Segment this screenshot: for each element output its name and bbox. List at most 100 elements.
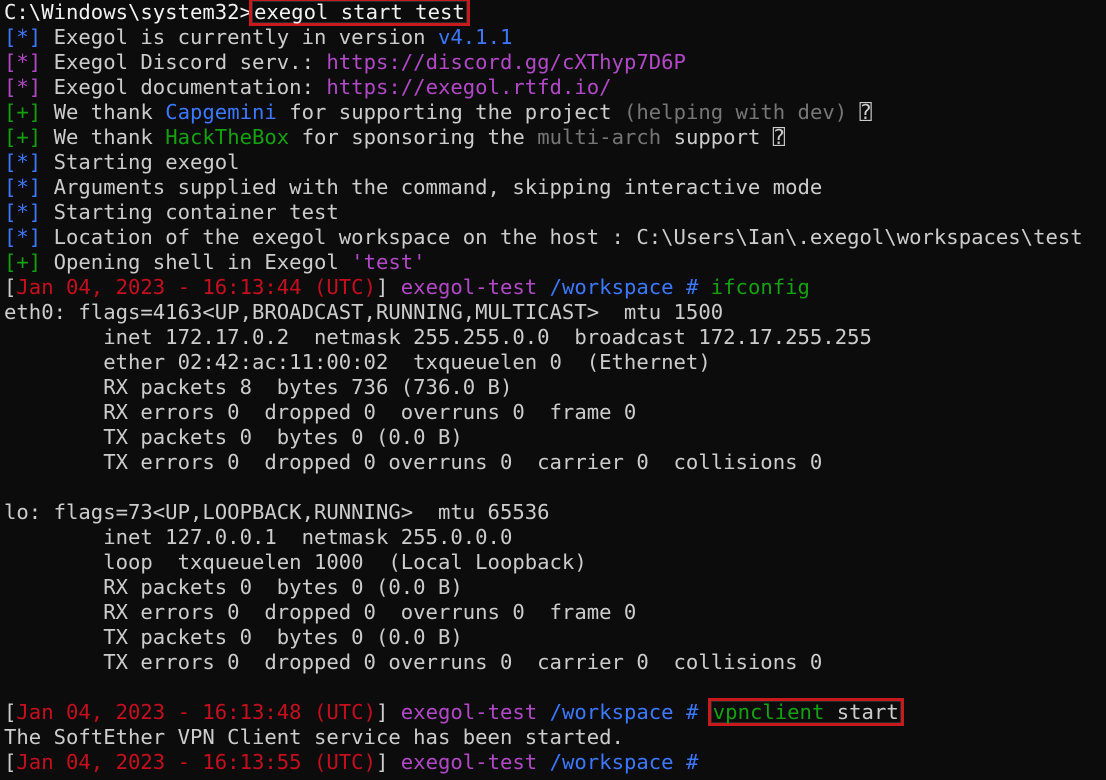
highlighted-command: exegol start test xyxy=(248,0,470,26)
terminal-text-segment: Capgemini xyxy=(165,100,277,124)
terminal-text-segment: Exegol Discord serv.: xyxy=(41,50,327,74)
terminal-text-segment: ⍰ xyxy=(847,100,872,124)
terminal-line: [Jan 04, 2023 - 16:13:44 (UTC)] exegol-t… xyxy=(4,275,1106,300)
terminal-text-segment: [*] xyxy=(4,175,42,199)
terminal-text-segment: for sponsoring the xyxy=(289,125,538,149)
terminal-text-segment: [ xyxy=(4,750,17,774)
terminal-text-segment: (helping with dev) xyxy=(623,100,848,124)
terminal-line: RX packets 0 bytes 0 (0.0 B) xyxy=(4,575,1106,600)
terminal-text-segment: [ xyxy=(4,700,17,724)
terminal-text-segment: TX errors 0 dropped 0 overruns 0 carrier… xyxy=(4,450,823,474)
terminal-text-segment: Jan 04, 2023 - 16:13:48 (UTC) xyxy=(16,700,376,724)
terminal-line: [+] We thank HackTheBox for sponsoring t… xyxy=(4,125,1106,150)
terminal-text-segment: loop txqueuelen 1000 (Local Loopback) xyxy=(4,550,587,574)
terminal-text-segment: /workspace # xyxy=(537,275,699,299)
terminal-line: [*] Arguments supplied with the command,… xyxy=(4,175,1106,200)
terminal-line: ether 02:42:ac:11:00:02 txqueuelen 0 (Et… xyxy=(4,350,1106,375)
terminal-line: TX errors 0 dropped 0 overruns 0 carrier… xyxy=(4,650,1106,675)
terminal-line: RX packets 8 bytes 736 (736.0 B) xyxy=(4,375,1106,400)
terminal-text-segment: ] xyxy=(375,700,389,724)
terminal-text-segment: inet 127.0.0.1 netmask 255.0.0.0 xyxy=(4,525,513,549)
terminal-text-segment: TX packets 0 bytes 0 (0.0 B) xyxy=(4,625,463,649)
terminal-text-segment: ifconfig xyxy=(698,275,810,299)
terminal-text-segment: C:\Windows\system32> xyxy=(4,0,252,24)
terminal-text-segment: v4.1.1 xyxy=(437,25,513,49)
terminal-text-segment: TX errors 0 dropped 0 overruns 0 carrier… xyxy=(4,650,823,674)
terminal-text-segment: RX packets 8 bytes 736 (736.0 B) xyxy=(4,375,513,399)
terminal-text-segment: Exegol is currently in version xyxy=(41,25,438,49)
terminal-line: TX packets 0 bytes 0 (0.0 B) xyxy=(4,625,1106,650)
terminal-line: C:\Windows\system32>exegol start test xyxy=(4,0,1106,26)
terminal-text-segment: ether 02:42:ac:11:00:02 txqueuelen 0 (Et… xyxy=(4,350,711,374)
terminal-text-segment: [+] xyxy=(4,250,42,274)
terminal-line: [*] Exegol is currently in version v4.1.… xyxy=(4,25,1106,50)
terminal-text-segment: [ xyxy=(4,275,17,299)
terminal-line: TX errors 0 dropped 0 overruns 0 carrier… xyxy=(4,450,1106,475)
terminal-line: [+] We thank Capgemini for supporting th… xyxy=(4,100,1106,125)
terminal-text-segment: https://exegol.rtfd.io/ xyxy=(326,75,612,99)
terminal-line: eth0: flags=4163<UP,BROADCAST,RUNNING,MU… xyxy=(4,300,1106,325)
terminal-text-segment: for supporting the project xyxy=(276,100,624,124)
terminal-text-segment: eth0: flags=4163<UP,BROADCAST,RUNNING,MU… xyxy=(4,300,724,324)
terminal-line: RX errors 0 dropped 0 overruns 0 frame 0 xyxy=(4,400,1106,425)
terminal-text-segment: inet 172.17.0.2 netmask 255.255.0.0 broa… xyxy=(4,325,872,349)
terminal-text-segment: support ⍰ xyxy=(661,125,786,149)
terminal-text-segment: [+] xyxy=(4,100,42,124)
terminal-text-segment: [+] xyxy=(4,125,42,149)
terminal-text-segment: RX packets 0 bytes 0 (0.0 B) xyxy=(4,575,463,599)
terminal-text-segment: exegol-test xyxy=(388,750,538,774)
terminal-line: [Jan 04, 2023 - 16:13:48 (UTC)] exegol-t… xyxy=(4,698,1106,726)
terminal-text-segment: TX packets 0 bytes 0 (0.0 B) xyxy=(4,425,463,449)
terminal-text-segment: exegol-test xyxy=(388,275,538,299)
terminal-line: The SoftEther VPN Client service has bee… xyxy=(4,725,1106,750)
terminal-line: [*] Starting exegol xyxy=(4,150,1106,175)
terminal-text-segment: /workspace # xyxy=(537,700,699,724)
terminal-line: [+] Opening shell in Exegol 'test' xyxy=(4,250,1106,275)
terminal-text-segment: [*] xyxy=(4,75,42,99)
highlighted-command: vpnclient start xyxy=(707,698,904,726)
terminal-line: [*] Exegol Discord serv.: https://discor… xyxy=(4,50,1106,75)
terminal-text-segment: [*] xyxy=(4,25,42,49)
terminal-text-segment: /workspace # xyxy=(537,750,699,774)
terminal-text-segment: [*] xyxy=(4,50,42,74)
terminal-line: inet 127.0.0.1 netmask 255.0.0.0 xyxy=(4,525,1106,550)
terminal-text-segment: Starting container test xyxy=(41,200,339,224)
terminal-window[interactable]: C:\Windows\system32>exegol start test [*]… xyxy=(0,0,1106,780)
terminal-text-segment: Arguments supplied with the command, ski… xyxy=(41,175,823,199)
terminal-line: [*] Starting container test xyxy=(4,200,1106,225)
terminal-text-segment: Starting exegol xyxy=(41,150,240,174)
terminal-line: lo: flags=73<UP,LOOPBACK,RUNNING> mtu 65… xyxy=(4,500,1106,525)
terminal-text-segment: ] xyxy=(375,275,389,299)
terminal-text-segment: Jan 04, 2023 - 16:13:44 (UTC) xyxy=(16,275,376,299)
terminal-text-segment: The SoftEther VPN Client service has bee… xyxy=(4,725,624,749)
terminal-text-segment: Location of the exegol workspace on the … xyxy=(41,225,1083,249)
terminal-text-segment: exegol start test xyxy=(253,0,465,24)
terminal-text-segment: https://discord.gg/cXThyp7D6P xyxy=(326,50,686,74)
terminal-text-segment: multi-arch xyxy=(537,125,662,149)
terminal-text-segment: HackTheBox xyxy=(165,125,290,149)
terminal-text-segment: [*] xyxy=(4,225,42,249)
terminal-text-segment: exegol-test xyxy=(388,700,538,724)
terminal-text-segment: [*] xyxy=(4,200,42,224)
terminal-text-segment: ] xyxy=(375,750,389,774)
terminal-text-segment: We thank xyxy=(41,100,166,124)
terminal-text-segment: We thank xyxy=(41,125,166,149)
terminal-text-segment: 'test' xyxy=(351,250,426,274)
terminal-text-segment: lo: flags=73<UP,LOOPBACK,RUNNING> mtu 65… xyxy=(4,500,550,524)
terminal-line: [Jan 04, 2023 - 16:13:55 (UTC)] exegol-t… xyxy=(4,750,1106,775)
terminal-text-segment: vpnclient xyxy=(712,700,825,724)
terminal-line: [*] Exegol documentation: https://exegol… xyxy=(4,75,1106,100)
terminal-line: TX packets 0 bytes 0 (0.0 B) xyxy=(4,425,1106,450)
terminal-line: loop txqueuelen 1000 (Local Loopback) xyxy=(4,550,1106,575)
terminal-text-segment: Exegol documentation: xyxy=(41,75,327,99)
terminal-line: RX errors 0 dropped 0 overruns 0 frame 0 xyxy=(4,600,1106,625)
terminal-line: inet 172.17.0.2 netmask 255.255.0.0 broa… xyxy=(4,325,1106,350)
terminal-text-segment: [*] xyxy=(4,150,42,174)
terminal-text-segment: start xyxy=(824,700,899,724)
terminal-text-segment: RX errors 0 dropped 0 overruns 0 frame 0 xyxy=(4,600,637,624)
terminal-text-segment: RX errors 0 dropped 0 overruns 0 frame 0 xyxy=(4,400,637,424)
terminal-text-segment: Opening shell in Exegol xyxy=(41,250,352,274)
terminal-line: [*] Location of the exegol workspace on … xyxy=(4,225,1106,250)
